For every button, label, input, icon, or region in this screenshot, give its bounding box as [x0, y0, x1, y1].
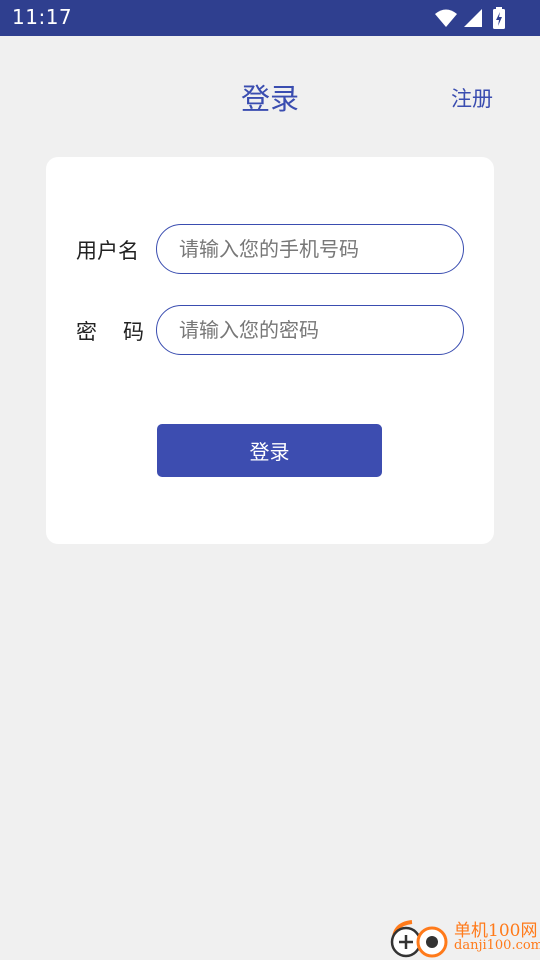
username-input[interactable]	[156, 224, 464, 274]
status-time: 11:17	[12, 5, 73, 29]
danji-logo-icon	[390, 920, 448, 958]
login-card: 用户名 密码 登录	[46, 157, 494, 544]
wifi-icon	[435, 9, 457, 27]
watermark: 单机100网 danji100.com	[388, 916, 540, 960]
password-input[interactable]	[156, 305, 464, 355]
username-row: 用户名	[46, 224, 494, 276]
register-link[interactable]: 注册	[451, 83, 493, 113]
username-label: 用户名	[76, 239, 139, 263]
cellular-signal-icon	[464, 9, 482, 27]
password-label-char-1: 密	[76, 320, 97, 344]
password-row: 密码	[46, 305, 494, 357]
password-label-char-2: 码	[123, 320, 144, 344]
watermark-url: danji100.com	[454, 938, 540, 953]
password-label: 密码	[76, 316, 144, 346]
battery-charging-icon	[493, 7, 505, 29]
status-bar: 11:17	[0, 0, 540, 36]
login-button[interactable]: 登录	[157, 424, 382, 477]
